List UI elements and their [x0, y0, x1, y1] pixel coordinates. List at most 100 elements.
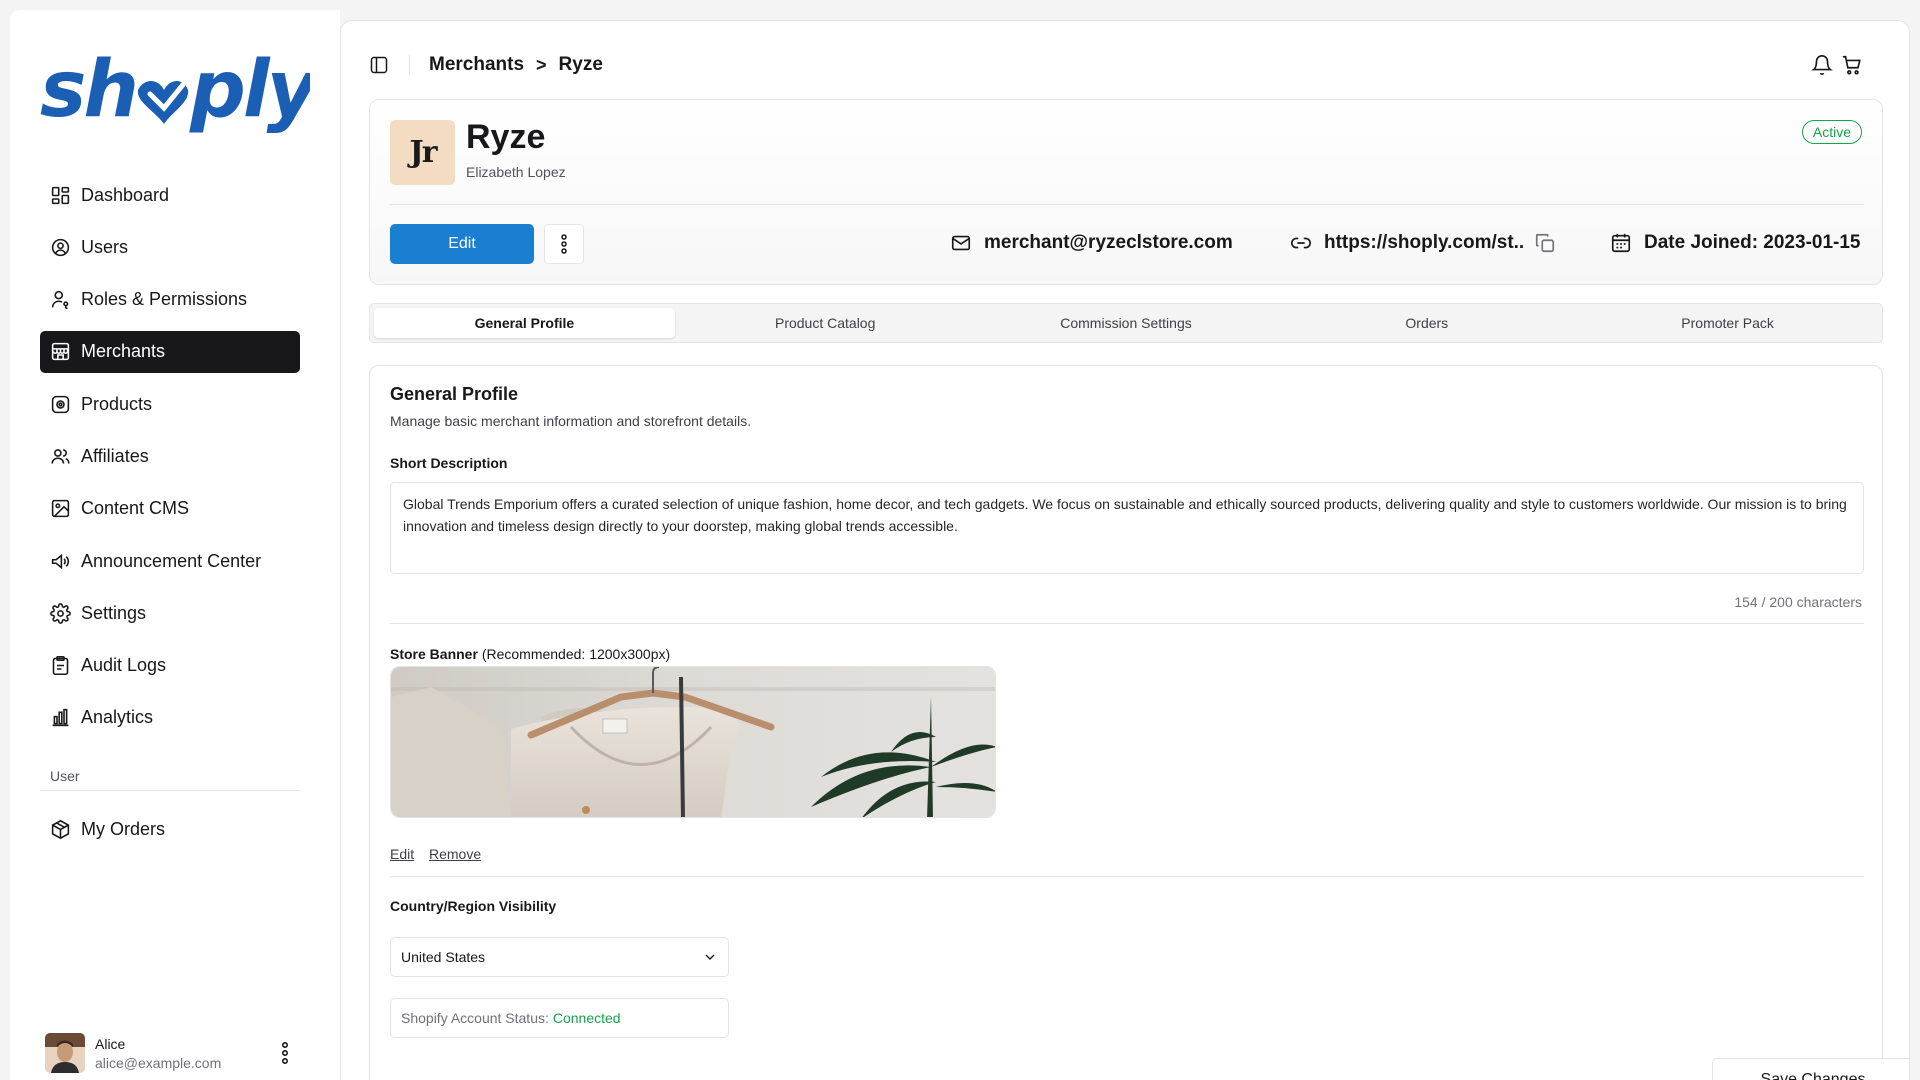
shoply-logo[interactable]: sh ply [40, 38, 310, 148]
merchant-email[interactable]: merchant@ryzeclstore.com [950, 228, 1233, 258]
sidebar-item-users[interactable]: Users [40, 226, 300, 268]
avatar [45, 1033, 85, 1073]
sidebar-item-dashboard[interactable]: Dashboard [40, 174, 300, 216]
merchant-name: Ryze [466, 118, 546, 156]
header-divider [390, 204, 1864, 205]
save-changes-button[interactable]: Save Changes [1712, 1058, 1909, 1080]
sidebar-toggle-icon[interactable] [369, 55, 389, 75]
user-name: Alice [95, 1035, 126, 1052]
merchant-store-url: https://shoply.com/st.. [1324, 232, 1525, 253]
user-circle-icon [51, 238, 70, 256]
megaphone-icon [51, 553, 70, 569]
dashboard-icon [51, 186, 70, 204]
tab-general-profile[interactable]: General Profile [374, 308, 675, 338]
breadcrumb-current: Ryze [558, 54, 603, 75]
main-panel: Merchants > Ryze Jr Ryze Elizabeth Lopez… [340, 20, 1910, 1080]
sidebar-item-label: Announcement Center [81, 550, 262, 571]
svg-text:ply: ply [189, 45, 310, 135]
gear-icon [50, 603, 71, 624]
merchant-owner: Elizabeth Lopez [466, 164, 566, 180]
merchant-date-joined: Date Joined: 2023-01-15 [1610, 228, 1861, 258]
merchant-store-link[interactable]: https://shoply.com/st.. [1290, 228, 1568, 258]
sidebar-item-label: Dashboard [81, 184, 170, 205]
sidebar-item-label: Merchants [81, 341, 166, 362]
sidebar-item-label: Audit Logs [81, 655, 167, 676]
user-key-icon [51, 290, 69, 310]
country-visibility-label: Country/Region Visibility [390, 898, 557, 914]
section-subtitle: Manage basic merchant information and st… [390, 413, 752, 429]
store-banner-label: Store Banner (Recommended: 1200x300px) [390, 646, 670, 662]
sidebar-item-my-orders[interactable]: My Orders [40, 808, 300, 850]
image-icon [51, 500, 70, 518]
tab-commission-settings[interactable]: Commission Settings [976, 308, 1277, 338]
sidebar-nav: Dashboard Users Roles & Permissions Merc… [40, 174, 300, 749]
shopify-status-value: Connected [552, 1010, 621, 1026]
store-icon [51, 343, 70, 361]
user-profile-card[interactable]: Alice alice@example.com [45, 1030, 305, 1076]
sidebar-item-settings[interactable]: Settings [40, 592, 300, 634]
user-info: Alice alice@example.com [95, 1036, 221, 1071]
date-joined-text: Date Joined: 2023-01-15 [1644, 232, 1861, 253]
sidebar-item-announcement-center[interactable]: Announcement Center [40, 540, 300, 582]
sidebar-item-label: Affiliates [81, 445, 149, 466]
calendar-icon [1611, 233, 1631, 253]
more-actions-button[interactable] [544, 224, 584, 264]
users-icon [51, 449, 70, 464]
sidebar-item-label: Settings [81, 602, 147, 623]
merchant-header-card: Jr Ryze Elizabeth Lopez Active Edit merc… [369, 99, 1883, 285]
shopify-status-field: Shopify Account Status: Connected [390, 998, 729, 1038]
sidebar: sh ply Dashboard Users Roles & Permissio… [10, 10, 340, 1080]
more-vertical-icon [281, 1042, 289, 1064]
banner-edit-link[interactable]: Edit [390, 846, 414, 862]
chevron-down-icon [705, 954, 715, 960]
merchant-tabs: General Profile Product Catalog Commissi… [369, 303, 1883, 343]
bell-icon[interactable] [1811, 54, 1833, 76]
sidebar-item-label: Users [81, 236, 129, 257]
sidebar-item-audit-logs[interactable]: Audit Logs [40, 645, 300, 687]
topbar-divider [409, 55, 410, 75]
merchant-logo: Jr [390, 120, 455, 185]
tab-orders[interactable]: Orders [1276, 308, 1577, 338]
sidebar-item-label: My Orders [81, 818, 166, 839]
link-icon [1291, 237, 1311, 249]
svg-text:sh: sh [40, 45, 136, 135]
user-menu-button[interactable] [275, 1040, 295, 1066]
tab-product-catalog[interactable]: Product Catalog [675, 308, 976, 338]
sidebar-item-affiliates[interactable]: Affiliates [40, 435, 300, 477]
store-banner-hint: (Recommended: 1200x300px) [481, 646, 671, 662]
edit-merchant-button[interactable]: Edit [390, 224, 534, 264]
package-icon [51, 819, 70, 839]
breadcrumb-merchants[interactable]: Merchants [429, 54, 524, 76]
cart-icon[interactable] [1841, 54, 1863, 76]
sidebar-user-nav: My Orders [40, 808, 300, 860]
store-banner-title: Store Banner [390, 646, 478, 662]
tab-promoter-pack[interactable]: Promoter Pack [1577, 308, 1878, 338]
store-banner-image [390, 666, 996, 818]
breadcrumb: Merchants > Ryze [429, 54, 603, 76]
mail-icon [951, 235, 971, 251]
sidebar-item-label: Analytics [81, 707, 154, 728]
country-select-value: United States [401, 949, 486, 965]
sidebar-item-content-cms[interactable]: Content CMS [40, 488, 300, 530]
sidebar-item-merchants[interactable]: Merchants [40, 330, 300, 373]
sidebar-item-label: Content CMS [81, 498, 190, 519]
short-description-input[interactable]: Global Trends Emporium offers a curated … [390, 482, 1864, 574]
copy-icon[interactable] [1534, 232, 1556, 254]
sidebar-section-label: User [50, 768, 80, 784]
sidebar-item-analytics[interactable]: Analytics [40, 697, 300, 739]
banner-remove-link[interactable]: Remove [429, 846, 481, 862]
sidebar-item-roles-permissions[interactable]: Roles & Permissions [40, 279, 300, 321]
section-divider [390, 876, 1864, 877]
more-vertical-icon [561, 234, 567, 254]
sidebar-item-products[interactable]: Products [40, 383, 300, 425]
short-description-label: Short Description [390, 455, 508, 471]
sidebar-item-label: Roles & Permissions [81, 289, 248, 310]
breadcrumb-separator: > [536, 54, 547, 75]
product-icon [51, 395, 70, 413]
section-title: General Profile [390, 384, 519, 404]
shopify-status-label: Shopify Account Status: [401, 1010, 549, 1026]
user-email: alice@example.com [95, 1054, 222, 1071]
country-select[interactable]: United States [390, 937, 729, 977]
sidebar-divider [40, 790, 300, 791]
char-count: 154 / 200 characters [1734, 594, 1862, 610]
